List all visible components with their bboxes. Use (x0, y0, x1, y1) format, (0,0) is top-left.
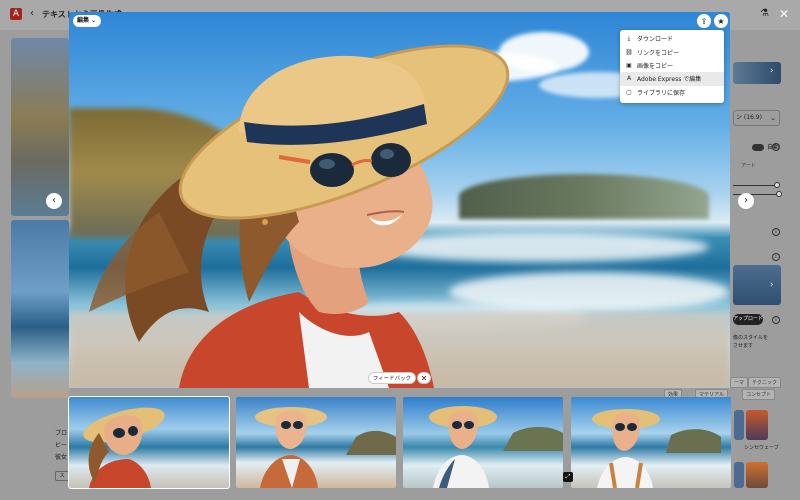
library-icon: ▢ (626, 88, 632, 96)
menu-item-label: 画像をコピー (637, 62, 674, 70)
menu-item-label: ライブラリに保存 (637, 89, 686, 97)
download-icon: ⤓ (627, 34, 631, 42)
adobe-express-icon: A (626, 75, 632, 83)
menu-item-label: Adobe Express で編集 (637, 76, 702, 84)
style-thumb[interactable] (734, 410, 744, 440)
style-help-text: させます (733, 343, 754, 349)
copy-icon: ▣ (626, 61, 632, 69)
menu-item-copy-image[interactable]: ▣ 画像をコピー (620, 59, 724, 72)
prompt-button[interactable]: ス (55, 471, 69, 481)
aspect-ratio-select[interactable]: ン (16.9) ⌄ (733, 110, 780, 126)
adobe-logo-icon[interactable]: A (10, 8, 22, 20)
chevron-right-icon[interactable]: › (770, 280, 774, 290)
slider-knob[interactable] (776, 191, 782, 197)
filmstrip-thumbnail[interactable] (236, 397, 396, 488)
prompt-text: プロ (55, 430, 68, 437)
menu-item-copy-link[interactable]: ⛓ リンクをコピー (620, 45, 724, 58)
feedback-button[interactable]: フィードバック (368, 372, 416, 384)
filmstrip-thumbnail[interactable] (68, 396, 230, 489)
chevron-down-icon: ⌄ (770, 114, 776, 122)
slider-track[interactable] (733, 185, 779, 186)
info-icon[interactable]: i (772, 316, 780, 324)
info-icon[interactable]: i (772, 228, 780, 236)
style-thumb[interactable] (746, 410, 768, 440)
feedback-close-button[interactable]: ✕ (417, 372, 431, 384)
back-button[interactable]: ‹ (30, 8, 34, 19)
art-chip[interactable]: アート (733, 159, 777, 173)
flask-icon[interactable]: ⚗ (760, 8, 769, 19)
style-thumb[interactable] (734, 462, 744, 488)
expand-icon[interactable]: ⤢ (563, 472, 573, 482)
previous-image-button[interactable]: ‹ (46, 193, 62, 209)
filmstrip-thumbnail[interactable] (571, 397, 731, 488)
menu-item-download[interactable]: ⤓ ダウンロード (620, 32, 724, 45)
tab-concept[interactable]: コンセプト (742, 389, 776, 400)
next-image-button[interactable]: › (738, 193, 754, 209)
share-icon[interactable]: ⇪ (697, 14, 711, 28)
menu-item-edit-in-adobe-express[interactable]: A Adobe Express で編集 (620, 72, 724, 86)
filmstrip-thumbnail[interactable] (403, 397, 563, 488)
tab-theme[interactable]: ーマ (730, 377, 749, 388)
style-thumb[interactable] (746, 462, 768, 488)
background-thumbnail (11, 220, 69, 398)
share-menu: ⤓ ダウンロード ⛓ リンクをコピー ▣ 画像をコピー A Adobe Expr… (620, 30, 724, 103)
auto-toggle[interactable] (752, 144, 764, 151)
close-modal-button[interactable]: ✕ (779, 7, 789, 21)
style-reference-thumb (733, 265, 781, 305)
info-icon[interactable]: i (772, 253, 780, 261)
edit-dropdown-button[interactable]: 編集 ⌄ (73, 15, 101, 27)
prompt-text: ビー (55, 442, 68, 449)
menu-item-label: ダウンロード (637, 36, 674, 44)
tab-technique[interactable]: テクニック (748, 377, 782, 388)
chevron-right-icon[interactable]: › (770, 66, 774, 76)
link-icon: ⛓ (625, 48, 633, 56)
upload-button[interactable]: アップロード (733, 314, 763, 325)
slider-knob[interactable] (774, 182, 780, 188)
background-thumbnail (11, 38, 69, 216)
menu-item-save-to-library[interactable]: ▢ ライブラリに保存 (620, 86, 724, 99)
reference-image-thumb (733, 62, 781, 84)
auto-label: 自動 (767, 144, 780, 151)
chevron-down-icon: ⌄ (91, 17, 97, 24)
star-icon[interactable]: ★ (714, 14, 728, 28)
menu-item-label: リンクをコピー (637, 49, 680, 57)
prompt-text: 彼女 (55, 454, 68, 461)
style-help-text: 像のスタイルを (733, 335, 769, 341)
style-thumb-label: シンセウェーブ (744, 445, 779, 451)
